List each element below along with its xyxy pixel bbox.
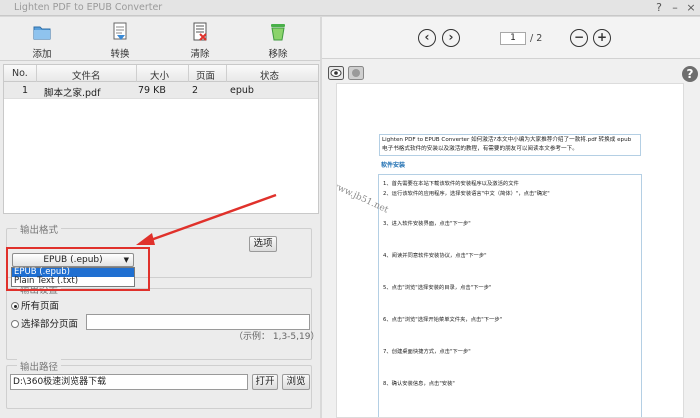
- radio-unchecked-icon: [11, 320, 19, 328]
- all-pages-radio[interactable]: 所有页面: [11, 298, 59, 312]
- clear-list-icon: [193, 22, 207, 41]
- col-header-no[interactable]: No.: [12, 68, 28, 79]
- remove-button[interactable]: 移除: [254, 21, 302, 60]
- add-button[interactable]: 添加: [18, 21, 66, 60]
- row-no: 1: [22, 85, 29, 96]
- remove-button-label: 移除: [268, 49, 288, 60]
- row-size: 79 KB: [138, 85, 166, 96]
- doc-steps: 1、首先需要在本站下载该软件的安装程序以及激活的文件 2、运行该软件的应用程序，…: [378, 174, 642, 417]
- browse-button[interactable]: 浏览: [282, 374, 310, 390]
- page-range-input[interactable]: [86, 314, 310, 330]
- doc-step: 6、点击"浏览"选择开始菜单文件夹，点击"下一步": [383, 317, 503, 323]
- col-header-status[interactable]: 状态: [260, 68, 279, 82]
- next-page-button[interactable]: ›: [442, 29, 460, 47]
- col-header-pages[interactable]: 页面: [196, 68, 215, 82]
- convert-button[interactable]: 转换: [96, 21, 144, 60]
- row-filename: 脚本之家.pdf: [44, 88, 101, 99]
- dropdown-arrow-icon: ▼: [123, 256, 129, 264]
- format-option-txt[interactable]: Plain Text (.txt): [12, 277, 134, 286]
- convert-button-label: 转换: [110, 49, 130, 60]
- radio-checked-icon: [11, 302, 19, 310]
- preview-panel: ‹ › 1 / 2 − + ? Lighten PDF to EPUB Conv…: [322, 17, 700, 418]
- page-total: / 2: [530, 33, 543, 44]
- col-header-filename[interactable]: 文件名: [72, 68, 101, 82]
- open-button[interactable]: 打开: [252, 374, 278, 390]
- window-title: Lighten PDF to EPUB Converter: [14, 2, 163, 13]
- annotation-arrow-icon: [136, 193, 277, 245]
- zoom-out-button[interactable]: −: [570, 29, 588, 47]
- page-navigation: ‹ › 1 / 2 − +: [322, 17, 700, 59]
- format-select-value: EPUB (.epub): [43, 255, 103, 265]
- view-mode-icon[interactable]: [328, 66, 344, 80]
- output-path-title: 输出路径: [17, 359, 62, 373]
- prev-page-button[interactable]: ‹: [418, 29, 436, 47]
- table-row[interactable]: 1 脚本之家.pdf 79 KB 2 epub: [4, 82, 318, 99]
- doc-step: 8、确认安装信息，点击"安装": [383, 381, 455, 387]
- output-path-input[interactable]: D:\360极速浏览器下载: [10, 374, 248, 390]
- left-panel: 添加 转换 清除 移除 No. 文件名 大小 页面 状态 1 脚本之家.pdf …: [0, 17, 320, 418]
- page-range-example: （示例： 1,3-5,19）: [234, 332, 320, 342]
- document-viewer[interactable]: ? Lighten PDF to EPUB Converter 如何激活?本文中…: [322, 61, 700, 418]
- clear-button[interactable]: 清除: [176, 21, 224, 60]
- doc-step: 7、创建桌面快捷方式，点击"下一步": [383, 349, 471, 355]
- zoom-in-button[interactable]: +: [593, 29, 611, 47]
- help-icon[interactable]: ?: [682, 66, 698, 82]
- rotate-icon[interactable]: [348, 66, 364, 80]
- document-page: Lighten PDF to EPUB Converter 如何激活?本文中小编…: [336, 83, 684, 418]
- convert-icon: [113, 22, 127, 40]
- col-header-size[interactable]: 大小: [150, 68, 169, 82]
- all-pages-label: 所有页面: [21, 301, 60, 312]
- toolbar: 添加 转换 清除 移除: [0, 17, 320, 61]
- file-list-header: No. 文件名 大小 页面 状态: [4, 65, 318, 82]
- minimize-button[interactable]: –: [668, 1, 682, 14]
- close-button[interactable]: ×: [684, 1, 698, 14]
- help-window-button[interactable]: ?: [652, 1, 666, 14]
- doc-install-heading: 软件安装: [381, 162, 406, 169]
- format-select[interactable]: EPUB (.epub) ▼: [12, 253, 134, 267]
- remove-trash-icon: [271, 24, 285, 41]
- row-status: epub: [230, 85, 254, 96]
- row-pages: 2: [192, 85, 199, 96]
- format-dropdown-list: EPUB (.epub) Plain Text (.txt): [11, 267, 135, 287]
- add-button-label: 添加: [32, 49, 52, 60]
- doc-step: 1、首先需要在本站下载该软件的安装程序以及激活的文件: [383, 181, 519, 187]
- clear-button-label: 清除: [190, 49, 210, 60]
- select-pages-label: 选择部分页面: [21, 319, 79, 330]
- title-bar: Lighten PDF to EPUB Converter ? – ×: [0, 0, 700, 16]
- add-file-icon: [33, 26, 51, 40]
- doc-intro: Lighten PDF to EPUB Converter 如何激活?本文中小编…: [379, 134, 641, 156]
- doc-step: 5、点击"浏览"选择安装的目录，点击"下一步": [383, 285, 492, 291]
- page-number-input[interactable]: 1: [500, 32, 526, 45]
- doc-step: 3、进入软件安装界面，点击"下一步": [383, 221, 471, 227]
- output-format-title: 输出格式: [17, 222, 62, 236]
- select-pages-radio[interactable]: 选择部分页面: [11, 316, 78, 330]
- doc-step: 2、运行该软件的应用程序，选择安装语言"中文（简体）"，点击"确定": [383, 191, 550, 197]
- doc-step: 4、阅读并同意软件安装协议，点击"下一步": [383, 253, 487, 259]
